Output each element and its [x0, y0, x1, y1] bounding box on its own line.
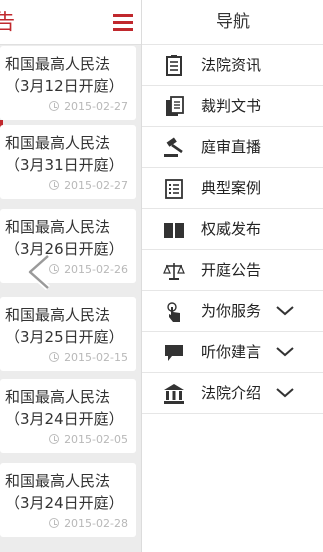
navigation-drawer: 导航 法院资讯 裁判文书 庭审直播 典型案例 权威发布 开庭公告 为你服务 听你…	[141, 0, 323, 552]
article-card[interactable]: 和国最高人民法 （3月26日开庭） 2015-02-26	[0, 209, 136, 283]
nav-title: 导航	[142, 0, 323, 45]
nav-item-court-introduction[interactable]: 法院介绍	[142, 373, 323, 414]
article-date-row: 2015-02-26	[49, 263, 128, 277]
speech-bubble-icon	[165, 345, 183, 361]
nav-item-label: 典型案例	[201, 179, 262, 197]
article-date: 2015-02-05	[64, 433, 128, 446]
article-date: 2015-02-15	[64, 351, 128, 364]
article-title-line2: （3月24日开庭）	[5, 410, 124, 428]
clock-icon	[49, 101, 60, 111]
nav-item-services-for-you[interactable]: 为你服务	[142, 291, 323, 332]
article-title-line2: （3月24日开庭）	[5, 494, 124, 512]
chevron-left-icon[interactable]	[22, 252, 56, 292]
article-date-row: 2015-02-05	[49, 433, 128, 447]
nav-item-label: 庭审直播	[201, 138, 262, 156]
hamburger-menu-icon[interactable]	[113, 14, 133, 32]
article-title-line2: （3月31日开庭）	[5, 156, 124, 174]
nav-item-label: 听你建言	[201, 343, 262, 361]
article-title-line1: 和国最高人民法	[5, 472, 111, 490]
scales-icon	[163, 263, 185, 280]
clock-icon	[49, 180, 60, 190]
book-icon	[164, 223, 184, 238]
nav-item-label: 为你服务	[201, 302, 262, 320]
article-title-line1: 和国最高人民法	[5, 134, 111, 152]
clock-icon	[49, 518, 60, 528]
article-title-line1: 和国最高人民法	[5, 306, 111, 324]
touch-icon	[167, 302, 180, 322]
checklist-icon	[165, 179, 183, 199]
nav-item-typical-cases[interactable]: 典型案例	[142, 168, 323, 209]
article-title-line1: 和国最高人民法	[5, 388, 111, 406]
article-card[interactable]: 和国最高人民法 （3月24日开庭） 2015-02-05	[0, 379, 136, 453]
nav-item-court-news[interactable]: 法院资讯	[142, 45, 323, 86]
nav-item-label: 裁判文书	[201, 97, 262, 115]
nav-item-label: 法院资讯	[201, 56, 262, 74]
article-card[interactable]: 和国最高人民法 （3月25日开庭） 2015-02-15	[0, 297, 136, 371]
article-date-row: 2015-02-27	[49, 179, 128, 193]
chevron-down-icon[interactable]	[275, 346, 295, 358]
gavel-icon	[164, 137, 183, 157]
page-title: 告	[0, 10, 15, 34]
documents-icon	[166, 96, 184, 116]
content-panel: 告 和国最高人民法 （3月12日开庭） 2015-02-27 和国最高人民法 （…	[0, 0, 141, 552]
article-date: 2015-02-27	[64, 100, 128, 113]
nav-item-trial-live[interactable]: 庭审直播	[142, 127, 323, 168]
article-card[interactable]: 和国最高人民法 （3月31日开庭） 2015-02-27	[0, 125, 136, 199]
document-list-icon	[166, 55, 182, 76]
article-card[interactable]: 和国最高人民法 （3月24日开庭） 2015-02-28	[0, 463, 136, 537]
nav-item-label: 权威发布	[201, 220, 262, 238]
nav-item-label: 开庭公告	[201, 261, 262, 279]
nav-item-hearing-notices[interactable]: 开庭公告	[142, 250, 323, 291]
nav-item-judgment-documents[interactable]: 裁判文书	[142, 86, 323, 127]
article-card[interactable]: 和国最高人民法 （3月12日开庭） 2015-02-27	[0, 46, 136, 120]
courthouse-icon	[164, 384, 184, 404]
nav-item-authoritative-release[interactable]: 权威发布	[142, 209, 323, 250]
content-header: 告	[0, 0, 141, 45]
article-title-line1: 和国最高人民法	[5, 55, 111, 73]
article-title-line2: （3月25日开庭）	[5, 328, 124, 346]
article-date-row: 2015-02-15	[49, 351, 128, 365]
article-date: 2015-02-26	[64, 263, 128, 276]
chevron-down-icon[interactable]	[275, 305, 295, 317]
article-date: 2015-02-27	[64, 179, 128, 192]
clock-icon	[49, 352, 60, 362]
clock-icon	[49, 434, 60, 444]
article-date: 2015-02-28	[64, 517, 128, 530]
article-title-line1: 和国最高人民法	[5, 218, 111, 236]
article-date-row: 2015-02-27	[49, 100, 128, 114]
chevron-down-icon[interactable]	[275, 387, 295, 399]
article-title-line2: （3月12日开庭）	[5, 77, 124, 95]
nav-item-suggestions[interactable]: 听你建言	[142, 332, 323, 373]
article-date-row: 2015-02-28	[49, 517, 128, 531]
nav-item-label: 法院介绍	[201, 384, 262, 402]
